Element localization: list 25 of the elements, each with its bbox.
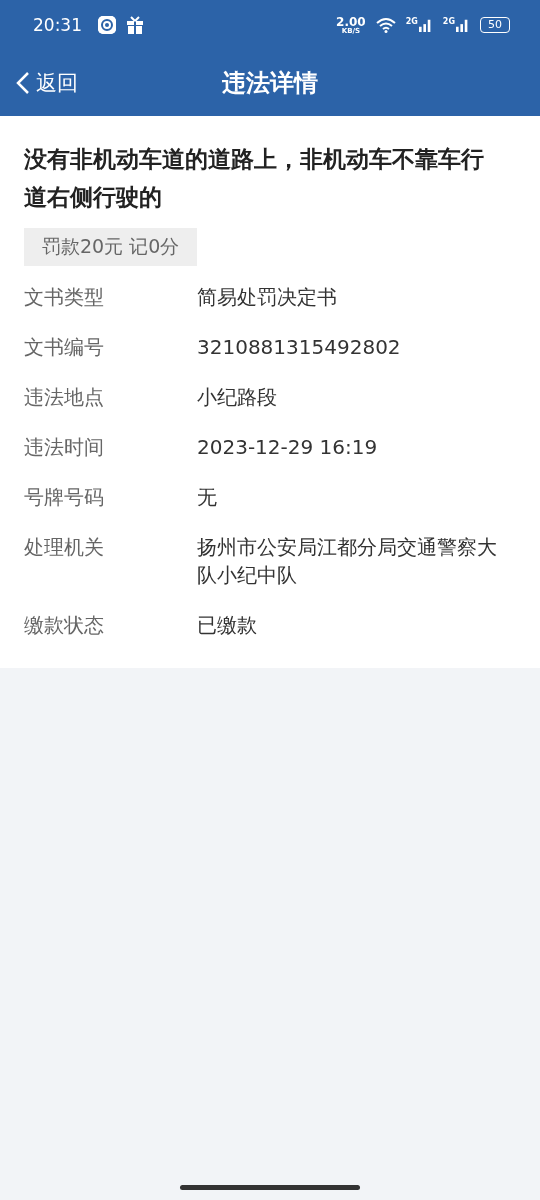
detail-value: 简易处罚决定书 xyxy=(197,284,338,311)
detail-label: 违法时间 xyxy=(24,434,105,461)
chevron-left-icon xyxy=(16,71,30,95)
detail-label: 号牌号码 xyxy=(24,484,105,511)
signal-indicator: 2G xyxy=(442,17,470,33)
detail-label: 违法地点 xyxy=(24,384,105,411)
detail-label: 处理机关 xyxy=(24,534,105,561)
signal-indicator: 2G xyxy=(405,17,433,33)
status-time: 20:31 xyxy=(33,15,82,35)
back-button[interactable]: 返回 xyxy=(16,50,78,116)
wifi-icon xyxy=(375,17,396,33)
gift-icon[interactable] xyxy=(126,16,144,34)
page-title: 违法详情 xyxy=(222,68,318,99)
detail-value: 小纪路段 xyxy=(197,384,278,411)
detail-value: 扬州市公安局江都分局交通警察大队小纪中队 xyxy=(197,534,498,589)
violation-title: 没有非机动车道的道路上，非机动车不靠车行道右侧行驶的 xyxy=(24,145,485,212)
detail-value: 无 xyxy=(197,484,218,511)
detail-value: 已缴款 xyxy=(197,612,258,639)
detail-label: 文书编号 xyxy=(24,334,105,361)
detail-value: 2023-12-29 16:19 xyxy=(197,434,379,461)
detail-label: 文书类型 xyxy=(24,284,105,311)
penalty-tag: 罚款20元 记0分 xyxy=(24,228,198,266)
detail-label: 缴款状态 xyxy=(24,612,105,639)
detail-value: 3210881315492802 xyxy=(197,334,402,361)
battery-indicator: 50 xyxy=(480,17,510,33)
